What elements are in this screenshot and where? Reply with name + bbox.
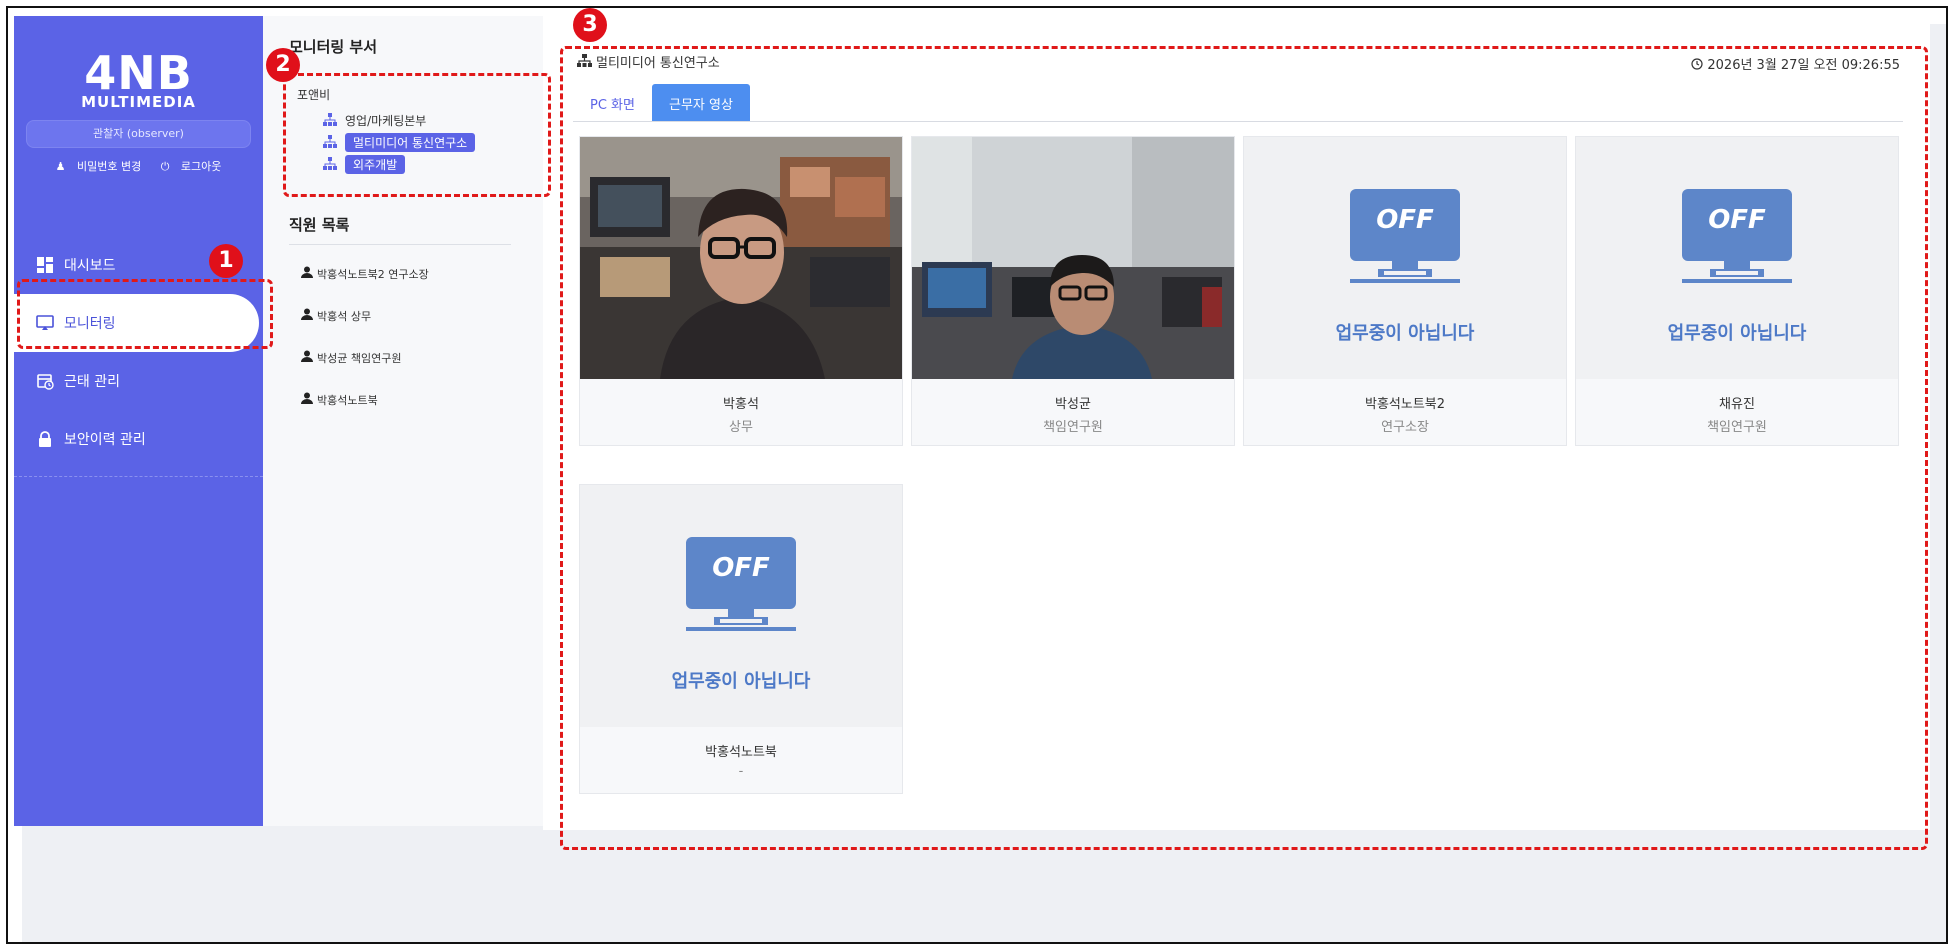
employee-list-title: 직원 목록 bbox=[289, 216, 350, 234]
employee-label: 박홍석노트북2 연구소장 bbox=[317, 268, 429, 281]
user-icon bbox=[301, 350, 313, 362]
employee-item[interactable]: 박홍석노트북2 연구소장 bbox=[301, 266, 429, 308]
lock-icon bbox=[36, 430, 54, 448]
change-password-label: 비밀번호 변경 bbox=[76, 160, 142, 173]
logo-sub: MULTIMEDIA bbox=[81, 93, 196, 111]
sidebar: 4NB MULTIMEDIA 관찰자 (observer) ♟ 비밀번호 변경 … bbox=[14, 16, 263, 826]
annotation-badge-3: 3 bbox=[573, 8, 607, 42]
sidebar-divider bbox=[14, 476, 263, 477]
user-key-icon: ♟ bbox=[55, 160, 66, 173]
employee-list: 박홍석노트북2 연구소장 박홍석 상무 박성균 책임연구원 박홍석노트북 bbox=[301, 266, 429, 434]
employee-label: 박홍석 상무 bbox=[317, 310, 372, 323]
annotation-box-2 bbox=[283, 73, 551, 197]
calendar-clock-icon bbox=[36, 372, 54, 390]
change-password-link[interactable]: ♟ 비밀번호 변경 bbox=[52, 160, 146, 173]
employee-item[interactable]: 박성균 책임연구원 bbox=[301, 350, 429, 392]
account-links: ♟ 비밀번호 변경 ⏻ 로그아웃 bbox=[14, 158, 263, 174]
employee-item[interactable]: 박홍석 상무 bbox=[301, 308, 429, 350]
annotation-badge-1: 1 bbox=[209, 244, 243, 278]
employee-label: 박성균 책임연구원 bbox=[317, 352, 402, 365]
logout-link[interactable]: ⏻ 로그아웃 bbox=[157, 160, 226, 173]
annotation-badge-2: 2 bbox=[266, 48, 300, 82]
sidebar-item-label: 보안이력 관리 bbox=[64, 432, 146, 448]
user-icon bbox=[301, 266, 313, 278]
department-panel-title: 모니터링 부서 bbox=[289, 38, 378, 56]
logo-main: 4NB bbox=[84, 46, 193, 100]
annotation-box-3 bbox=[560, 46, 1928, 850]
employee-list-divider bbox=[289, 244, 511, 245]
power-icon: ⏻ bbox=[160, 160, 170, 173]
logout-label: 로그아웃 bbox=[180, 160, 222, 173]
employee-item[interactable]: 박홍석노트북 bbox=[301, 392, 429, 434]
annotation-box-1 bbox=[17, 279, 273, 349]
sidebar-item-security-history[interactable]: 보안이력 관리 bbox=[14, 410, 263, 468]
dashboard-icon bbox=[36, 256, 54, 274]
employee-label: 박홍석노트북 bbox=[317, 394, 378, 407]
role-badge: 관찰자 (observer) bbox=[26, 120, 251, 148]
user-icon bbox=[301, 308, 313, 320]
sidebar-item-label: 대시보드 bbox=[64, 258, 116, 274]
logo: 4NB MULTIMEDIA bbox=[14, 46, 263, 111]
user-icon bbox=[301, 392, 313, 404]
sidebar-item-label: 근태 관리 bbox=[64, 374, 120, 390]
sidebar-item-attendance[interactable]: 근태 관리 bbox=[14, 352, 263, 410]
